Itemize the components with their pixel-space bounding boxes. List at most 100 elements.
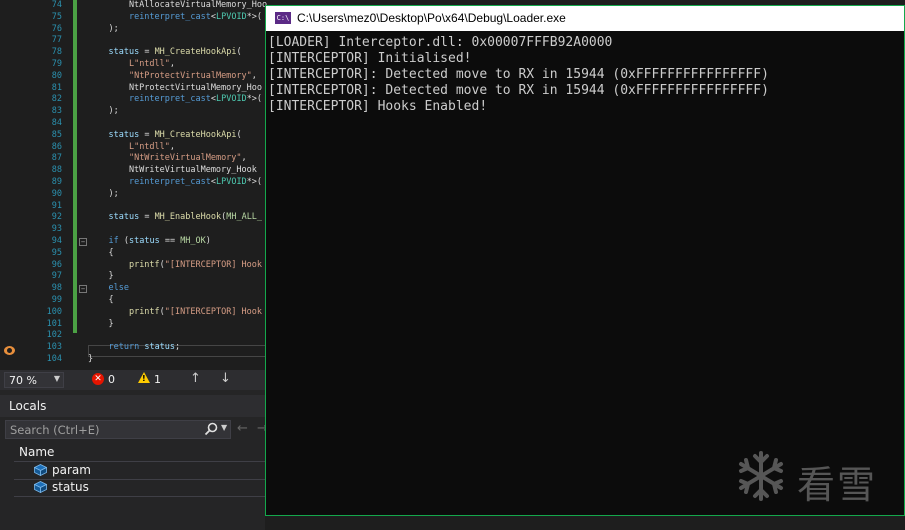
code-line: NtWriteVirtualMemory_Hook: [88, 165, 257, 176]
console-line: [INTERCEPTOR] Initialised!: [268, 51, 472, 66]
line-number: 93: [51, 224, 62, 235]
line-number-gutter: 74 75 76 77 78 79 80 81 82 83 84 85 86 87 88 89 90 91 92 93…: [18, 0, 66, 370]
column-header[interactable]: Name: [14, 443, 268, 462]
fold-toggle-icon[interactable]: −: [79, 285, 87, 294]
warning-mark: !: [142, 374, 146, 383]
line-number: 87: [51, 153, 62, 164]
error-icon[interactable]: ✕: [92, 373, 104, 385]
line-number: 91: [51, 200, 62, 211]
code-line: reinterpret_cast<LPVOID*>(: [128, 177, 263, 187]
variable-icon: [34, 464, 47, 476]
code-line: L"ntdll",: [128, 141, 176, 152]
line-number: 85: [51, 129, 62, 140]
code-line: printf("[INTERCEPTOR] Hook: [128, 259, 263, 270]
code-line: );: [88, 23, 119, 34]
line-number: 99: [51, 295, 62, 305]
line-number: 80: [51, 70, 62, 81]
glyph-margin[interactable]: [0, 0, 18, 370]
code-line: }: [88, 271, 114, 282]
console-app-icon: C:\: [275, 12, 291, 24]
watermark: 看雪: [735, 450, 895, 507]
code-line: NtProtectVirtualMemory_Hoo: [88, 82, 262, 93]
line-number: 75: [51, 11, 62, 22]
variable-name: status: [52, 480, 89, 494]
zoom-value: 70 %: [9, 374, 37, 387]
editor-status-bar: 70 % ▼ ✕ 0 ! 1 ↑ ↓: [0, 370, 268, 390]
code-line: L"ntdll",: [128, 59, 176, 69]
code-line: reinterpret_cast<LPVOID*>(: [128, 11, 263, 22]
variable-name: param: [52, 463, 91, 477]
line-number: 82: [51, 94, 62, 105]
snowflake-logo-icon: [739, 451, 783, 501]
line-number: 76: [51, 23, 62, 34]
console-line: [INTERCEPTOR]: Detected move to RX in 15…: [268, 83, 769, 98]
line-number: 103: [46, 342, 62, 353]
locals-title: Locals: [9, 399, 47, 413]
locals-header[interactable]: Locals: [0, 395, 268, 417]
search-icon[interactable]: [204, 422, 218, 436]
line-number: 102: [46, 330, 62, 341]
variable-icon: [34, 481, 47, 493]
code-line: );: [88, 106, 119, 117]
fold-toggle-icon[interactable]: −: [79, 238, 87, 246]
code-area[interactable]: NtAllocateVirtualMemory_Hoo reinterpret_…: [88, 0, 268, 370]
arrow-left-icon[interactable]: ←: [237, 421, 248, 436]
line-number: 84: [51, 118, 62, 128]
line-number: 89: [51, 177, 62, 187]
arrow-up-icon[interactable]: ↑: [190, 371, 201, 386]
code-line: "NtWriteVirtualMemory",: [128, 153, 247, 164]
arrow-down-icon[interactable]: ↓: [220, 371, 231, 386]
locals-search-input[interactable]: Search (Ctrl+E) ▼: [5, 420, 231, 439]
error-count[interactable]: 0: [108, 373, 115, 386]
code-line: }: [88, 318, 114, 329]
line-number: 78: [51, 47, 62, 58]
code-line: status = MH_EnableHook(MH_ALL_: [108, 212, 263, 223]
line-number: 90: [51, 188, 62, 199]
code-editor[interactable]: 74 75 76 77 78 79 80 81 82 83 84 85 86 87 88 89 90 91 92 93…: [0, 0, 268, 370]
local-row[interactable]: status: [14, 479, 268, 497]
code-line: NtAllocateVirtualMemory_Hoo: [88, 0, 268, 10]
console-title-bar[interactable]: C:\ C:\Users\mez0\Desktop\Po\x64\Debug\L…: [266, 6, 904, 31]
watermark-text: 看雪: [797, 463, 878, 507]
chevron-down-icon[interactable]: ▼: [221, 423, 227, 432]
line-number: 81: [51, 82, 62, 93]
line-number: 98: [51, 283, 62, 294]
bottom-strip: [265, 516, 905, 530]
console-line: [INTERCEPTOR]: Detected move to RX in 15…: [268, 67, 769, 82]
line-number: 92: [51, 212, 62, 223]
console-title: C:\Users\mez0\Desktop\Po\x64\Debug\Loade…: [297, 11, 566, 25]
console-window[interactable]: C:\ C:\Users\mez0\Desktop\Po\x64\Debug\L…: [265, 5, 905, 516]
code-line: status = MH_CreateHookApi(: [108, 47, 242, 58]
line-number: 74: [51, 0, 62, 10]
line-number: 101: [46, 318, 62, 329]
console-output[interactable]: [LOADER] Interceptor.dll: 0x00007FFFB92A…: [268, 35, 902, 513]
line-number: 79: [51, 59, 62, 69]
chevron-down-icon: ▼: [53, 374, 60, 383]
line-number: 94: [51, 236, 62, 246]
console-line: [INTERCEPTOR] Hooks Enabled!: [268, 99, 488, 114]
code-line: if (status == MH_OK): [108, 236, 211, 246]
line-number: 100: [46, 306, 62, 317]
warning-count[interactable]: 1: [154, 373, 161, 386]
code-line: );: [88, 188, 119, 199]
line-number: 96: [51, 259, 62, 270]
console-line: [LOADER] Interceptor.dll: 0x00007FFFB92A…: [268, 35, 613, 50]
line-number: 104: [46, 354, 62, 364]
local-row[interactable]: param: [14, 462, 268, 480]
code-line: "NtProtectVirtualMemory",: [128, 70, 257, 81]
code-line: }: [88, 354, 94, 364]
locals-window: Locals Search (Ctrl+E) ▼ ← → Name param …: [0, 390, 268, 530]
change-tracking-bar: [73, 0, 77, 333]
code-line: {: [88, 247, 114, 258]
code-line: {: [88, 295, 114, 305]
line-number: 83: [51, 106, 62, 117]
code-line: printf("[INTERCEPTOR] Hook: [128, 306, 263, 317]
search-placeholder: Search (Ctrl+E): [10, 423, 100, 437]
code-line: else: [108, 283, 129, 294]
breakpoint-icon[interactable]: [4, 346, 15, 355]
code-line: status = MH_CreateHookApi(: [108, 129, 242, 140]
line-number: 86: [51, 141, 62, 152]
line-number: 97: [51, 271, 62, 282]
zoom-dropdown[interactable]: 70 % ▼: [4, 372, 64, 388]
column-name-label: Name: [19, 445, 55, 459]
